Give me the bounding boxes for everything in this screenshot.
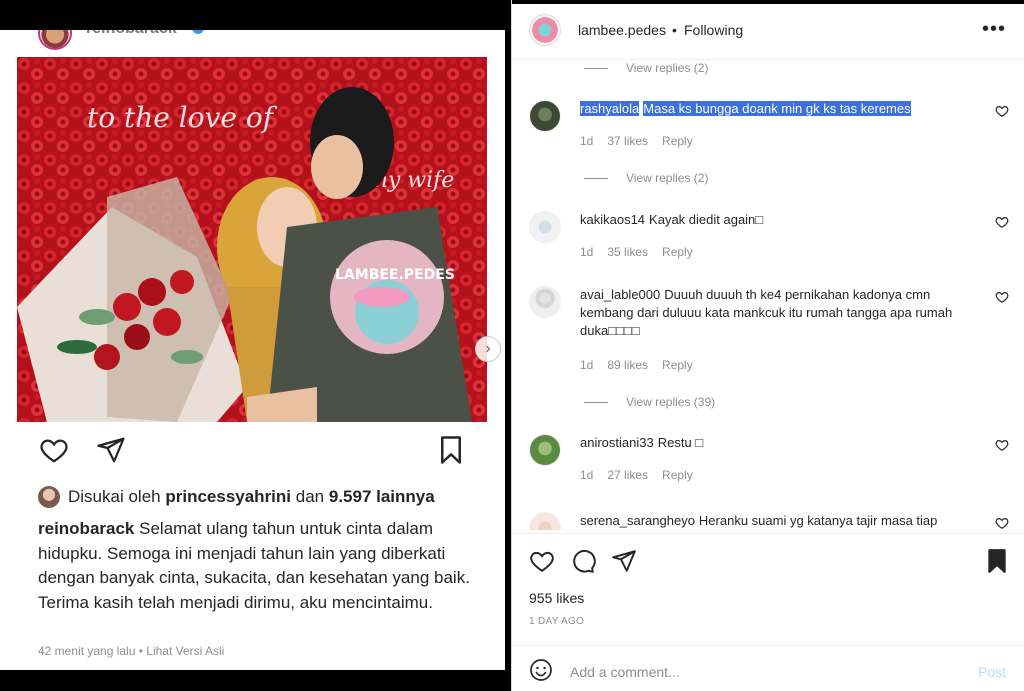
post-actions	[38, 435, 468, 471]
heart-icon[interactable]	[38, 435, 70, 470]
comment-time[interactable]: 1d	[580, 134, 593, 148]
heart-icon[interactable]	[529, 548, 555, 579]
send-icon[interactable]	[96, 435, 126, 470]
comment-body: Restu □	[657, 435, 704, 450]
post-time-row: 42 menit yang lalu • Lihat Versi Asli	[38, 644, 224, 658]
verified-badge-icon	[192, 30, 204, 34]
reply-button[interactable]: Reply	[662, 358, 693, 372]
emoji-icon[interactable]	[529, 658, 553, 687]
liked-and: dan	[295, 487, 325, 506]
likes-count[interactable]: 955 likes	[529, 590, 584, 606]
heart-icon[interactable]	[995, 438, 1009, 457]
comment-username[interactable]: rashyalola	[580, 101, 640, 116]
comment-text: rashyalola Masa ks bungga doank min gk ks…	[580, 100, 960, 118]
heart-icon[interactable]	[995, 104, 1009, 123]
heart-icon[interactable]	[995, 290, 1009, 309]
post-time: 42 menit yang lalu	[38, 644, 136, 658]
photo-neon-text: to the love of	[87, 101, 278, 134]
panel-actions	[512, 533, 1024, 583]
panel-username[interactable]: lambee.pedes	[578, 22, 666, 38]
avatar[interactable]	[529, 14, 561, 46]
comment-meta: 1d 27 likes Reply	[580, 468, 693, 482]
post-photo[interactable]: to the love of my wife LAMBEE.PEDES	[17, 57, 487, 422]
comment-body: Heranku suami yg katanya tajir masa tiap	[698, 513, 938, 528]
comment-username[interactable]: avai_lable000	[580, 287, 660, 302]
comment-time[interactable]: 1d	[580, 245, 593, 259]
post-caption: reinobarack Selamat ulang tahun untuk ci…	[38, 517, 478, 615]
liked-by-row: Disukai oleh princessyahrini dan 9.597 l…	[38, 485, 435, 509]
heart-icon[interactable]	[995, 516, 1009, 530]
comment-meta: 1d 35 likes Reply	[580, 245, 693, 259]
post-card: reinobarack to the love of my wi	[0, 30, 505, 670]
comment-body: Kayak diedit again□	[649, 212, 764, 227]
bookmark-icon[interactable]	[438, 435, 464, 470]
comment-likes[interactable]: 27 likes	[607, 468, 648, 482]
comment-username[interactable]: serena_sarangheyo	[580, 513, 695, 528]
carousel-next-button[interactable]: ›	[475, 336, 501, 362]
top-black-bar	[0, 0, 511, 30]
caption-username[interactable]: reinobarack	[38, 519, 134, 538]
reply-button[interactable]: Reply	[662, 134, 693, 148]
avatar[interactable]	[529, 434, 561, 466]
separator-dot: •	[672, 22, 677, 38]
view-replies-button[interactable]: View replies (2)	[584, 170, 708, 186]
comment-likes[interactable]: 89 likes	[607, 358, 648, 372]
divider	[584, 401, 608, 403]
comment-likes[interactable]: 35 likes	[607, 245, 648, 259]
view-replies-label: View replies (39)	[626, 395, 716, 409]
view-replies-label: View replies (2)	[626, 61, 709, 75]
reply-button[interactable]: Reply	[662, 468, 693, 482]
embedded-post-screenshot: reinobarack to the love of my wi	[0, 0, 511, 691]
avatar[interactable]	[529, 286, 561, 318]
comment-meta: 1d 89 likes Reply	[580, 358, 693, 372]
view-replies-button[interactable]: View replies (39)	[584, 394, 715, 410]
more-options-icon[interactable]: •••	[982, 18, 1006, 41]
view-replies-button[interactable]: View replies (2)	[584, 60, 708, 76]
comments-list[interactable]: View replies (2) rashyalola Masa ks bungg…	[512, 60, 1024, 530]
bookmark-filled-icon[interactable]	[986, 548, 1008, 579]
comment-time[interactable]: 1d	[580, 468, 593, 482]
original-version-link[interactable]: Lihat Versi Asli	[146, 644, 224, 658]
reply-button[interactable]: Reply	[662, 245, 693, 259]
liked-user[interactable]: princessyahrini	[165, 487, 291, 507]
view-replies-label: View replies (2)	[626, 171, 709, 185]
post-date: 1 DAY AGO	[529, 616, 585, 627]
following-button[interactable]: Following	[684, 22, 743, 38]
comment-input[interactable]: Add a comment...	[570, 664, 680, 680]
heart-icon[interactable]	[995, 215, 1009, 234]
post-username[interactable]: reinobarack	[86, 30, 177, 38]
comment-body: Masa ks bungga doank min gk ks tas kerem…	[643, 101, 911, 116]
watermark-text: LAMBEE.PEDES	[335, 267, 455, 283]
divider	[584, 177, 608, 179]
comment-username[interactable]: anirostiani33	[580, 435, 654, 450]
add-comment-bar: Add a comment... Post	[512, 645, 1024, 691]
separator-dot: •	[138, 644, 143, 658]
comments-panel: lambee.pedes • Following ••• View replie…	[511, 0, 1024, 691]
comment-text: serena_sarangheyo Heranku suami yg katany…	[580, 512, 960, 530]
comment-icon[interactable]	[570, 548, 596, 579]
comment-meta: 1d 37 likes Reply	[580, 134, 693, 148]
comment-text: kakikaos14 Kayak diedit again□	[580, 211, 960, 229]
avatar[interactable]	[38, 30, 72, 50]
avatar[interactable]	[529, 100, 561, 132]
comment-text: avai_lable000 Duuuh duuuh th ke4 pernikah…	[580, 286, 960, 340]
avatar[interactable]	[529, 211, 561, 243]
liked-prefix: Disukai oleh	[68, 487, 161, 506]
post-header: reinobarack	[0, 30, 505, 52]
comment-username[interactable]: kakikaos14	[580, 212, 645, 227]
post-button[interactable]: Post	[978, 664, 1006, 680]
comment-text: anirostiani33 Restu □	[580, 434, 960, 452]
panel-header: lambee.pedes • Following •••	[512, 4, 1024, 60]
avatar[interactable]	[38, 486, 60, 508]
avatar[interactable]	[529, 512, 561, 530]
liked-count[interactable]: 9.597 lainnya	[329, 487, 435, 507]
comment-likes[interactable]: 37 likes	[607, 134, 648, 148]
send-icon[interactable]	[611, 548, 637, 579]
divider	[584, 67, 608, 69]
comment-time[interactable]: 1d	[580, 358, 593, 372]
